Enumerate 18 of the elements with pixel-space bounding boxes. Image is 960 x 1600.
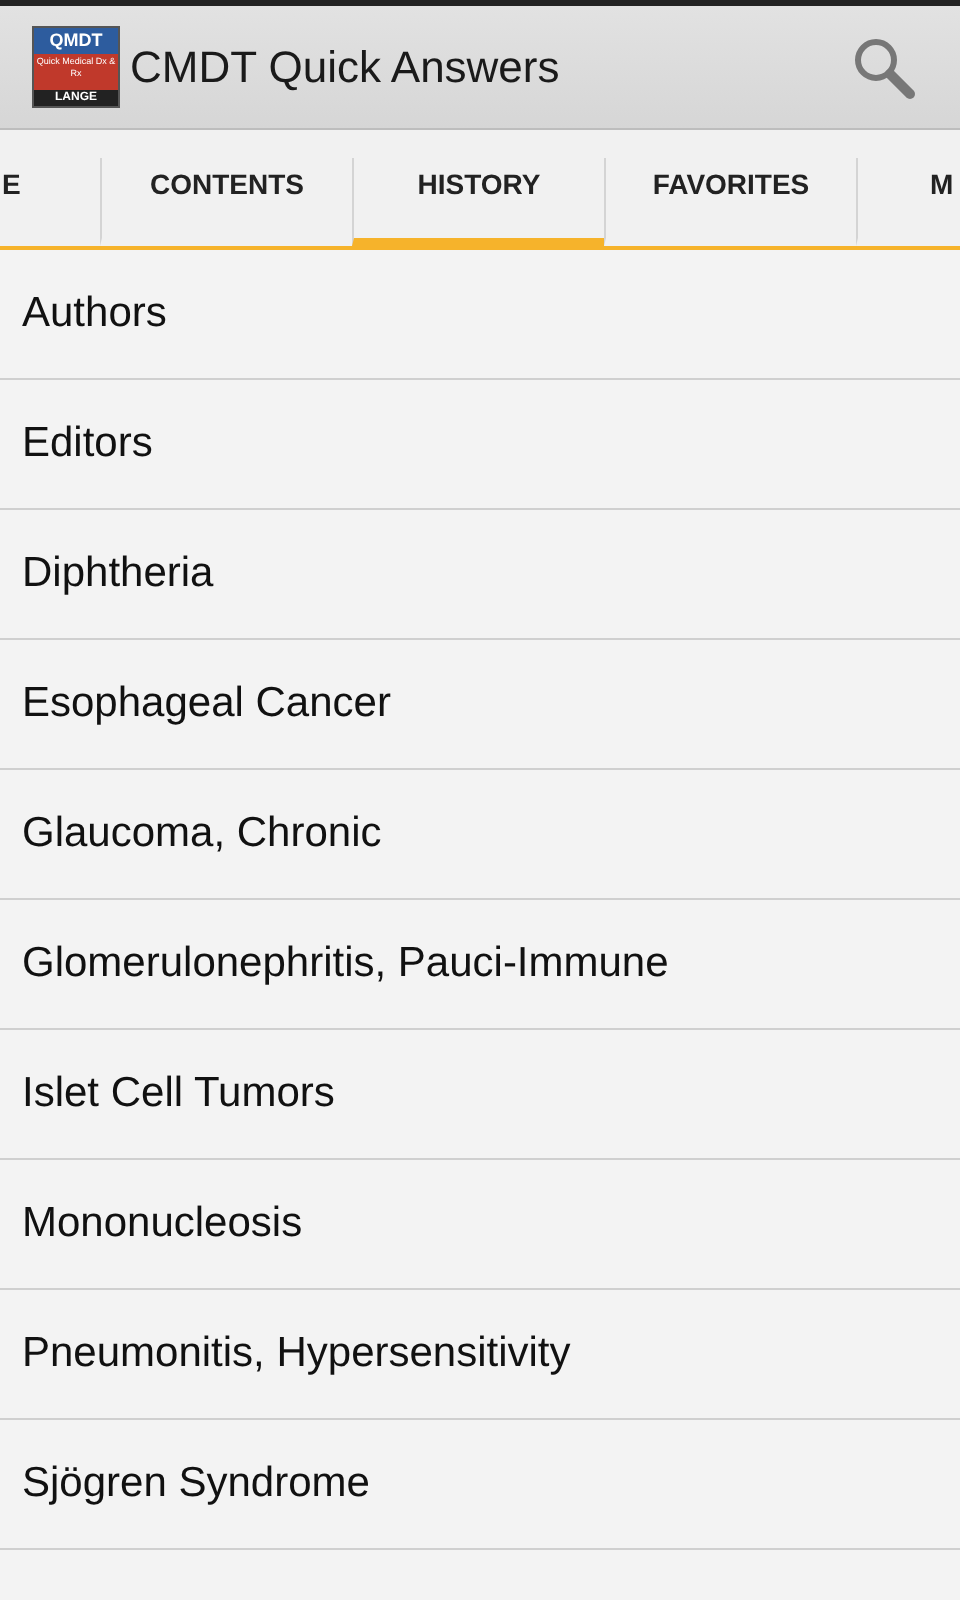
search-button[interactable] [852, 35, 916, 99]
tab[interactable]: CONTENTS [100, 158, 352, 246]
history-item[interactable]: Diphtheria [0, 510, 960, 640]
tab[interactable]: E [0, 158, 100, 246]
tab[interactable]: FAVORITES [604, 158, 856, 246]
history-item[interactable]: Editors [0, 380, 960, 510]
history-item[interactable]: Pneumonitis, Hypersensitivity [0, 1290, 960, 1420]
history-item[interactable]: Esophageal Cancer [0, 640, 960, 770]
history-item[interactable]: Mononucleosis [0, 1160, 960, 1290]
history-item[interactable]: Authors [0, 250, 960, 380]
tab[interactable]: M [856, 158, 956, 246]
history-item[interactable]: Glaucoma, Chronic [0, 770, 960, 900]
search-icon [852, 35, 916, 99]
history-item[interactable]: Glomerulonephritis, Pauci-Immune [0, 900, 960, 1030]
history-item[interactable]: Sjögren Syndrome [0, 1420, 960, 1550]
history-item[interactable]: Islet Cell Tumors [0, 1030, 960, 1160]
app-title: CMDT Quick Answers [130, 41, 562, 93]
logo-title: QMDT [34, 28, 118, 54]
